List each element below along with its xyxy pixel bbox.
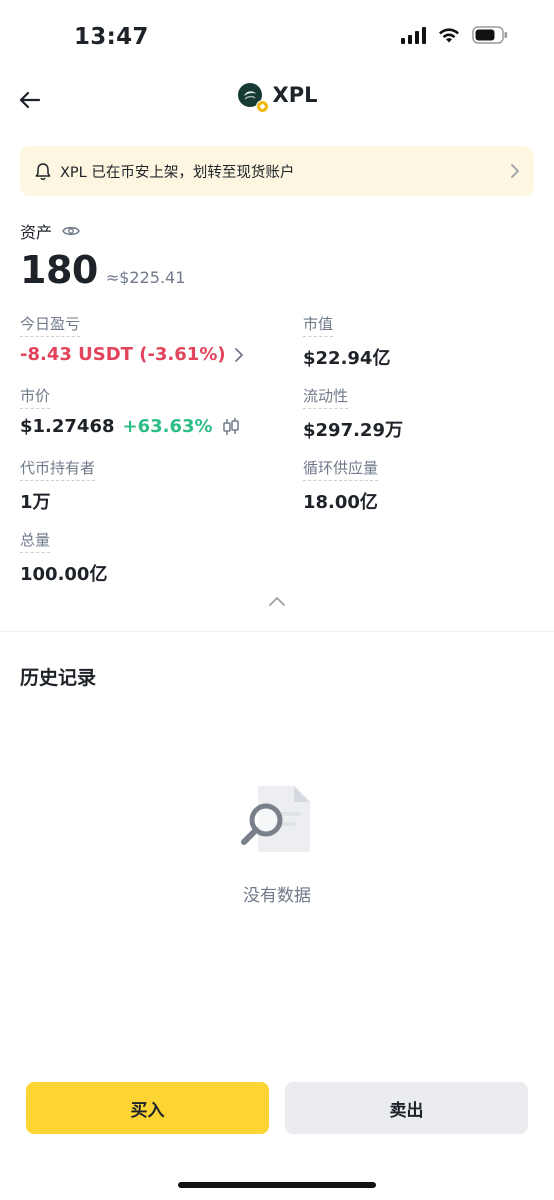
section-divider [0, 631, 554, 632]
circulating-supply-label: 循环供应量 [303, 457, 379, 481]
xpl-coin-logo [237, 82, 269, 113]
collapse-stats-button[interactable] [262, 596, 292, 618]
market-cap-value: $22.94亿 [303, 348, 391, 369]
assets-header: 资产 [20, 219, 80, 243]
banner-text: XPL 已在币安上架，划转至现货账户 [60, 164, 295, 181]
bell-icon [35, 162, 51, 180]
price-value: $1.27468 [20, 416, 115, 437]
top-nav: XPL [0, 72, 554, 128]
empty-state-illustration [232, 780, 322, 860]
stat-total-supply: 总量 100.00亿 [20, 529, 107, 586]
liquidity-value: $297.29万 [303, 420, 403, 441]
buy-button[interactable]: 买入 [26, 1082, 269, 1134]
today-pnl-value: -8.43 USDT (-3.61%) [20, 344, 226, 365]
price-change: +63.63% [122, 416, 213, 437]
total-supply-label: 总量 [20, 529, 51, 553]
stat-market-cap: 市值 $22.94亿 [303, 313, 390, 370]
empty-state-text: 没有数据 [243, 886, 311, 906]
bnb-chain-badge-icon [255, 100, 269, 113]
asset-amount: 180 [20, 248, 98, 292]
status-icons [401, 26, 508, 44]
sell-button[interactable]: 卖出 [285, 1082, 528, 1134]
liquidity-label: 流动性 [303, 385, 349, 409]
chevron-up-icon [269, 597, 285, 606]
stat-liquidity: 流动性 $297.29万 [303, 385, 403, 442]
chevron-right-icon [511, 164, 519, 178]
listing-notice-banner[interactable]: XPL 已在币安上架，划转至现货账户 [20, 146, 534, 196]
nav-title: XPL [0, 82, 554, 113]
status-time: 13:47 [74, 24, 149, 50]
total-supply-value: 100.00亿 [20, 564, 108, 585]
cellular-signal-icon [401, 26, 426, 44]
market-cap-label: 市值 [303, 313, 334, 337]
stat-today-pnl[interactable]: 今日盈亏 -8.43 USDT (-3.61%) [20, 313, 244, 365]
holders-value: 1万 [20, 492, 51, 513]
chevron-right-icon [234, 347, 243, 362]
candlestick-icon[interactable] [221, 417, 241, 437]
home-indicator [178, 1182, 376, 1188]
wifi-icon [439, 27, 459, 42]
search-document-icon [241, 786, 310, 852]
battery-icon [472, 26, 507, 44]
asset-balance: 180 ≈$225.41 [20, 248, 185, 292]
status-bar: 13:47 [0, 0, 554, 70]
coin-title: XPL [272, 83, 318, 107]
stat-holders: 代币持有者 1万 [20, 457, 96, 514]
stat-circulating-supply: 循环供应量 18.00亿 [303, 457, 379, 514]
today-pnl-label: 今日盈亏 [20, 313, 81, 337]
circulating-supply-value: 18.00亿 [303, 492, 378, 513]
stat-price: 市价 $1.27468 +63.63% [20, 385, 241, 437]
eye-icon[interactable] [62, 225, 80, 237]
price-label: 市价 [20, 385, 51, 409]
history-title: 历史记录 [20, 667, 97, 689]
asset-usd-value: ≈$225.41 [105, 268, 186, 287]
holders-label: 代币持有者 [20, 457, 96, 481]
assets-label: 资产 [20, 223, 53, 242]
